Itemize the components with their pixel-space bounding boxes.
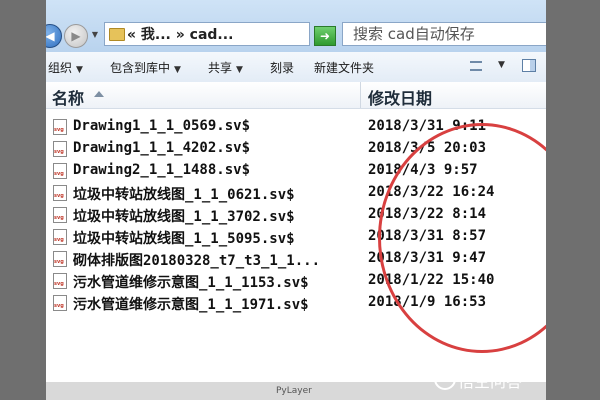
- chevron-down-icon: ▼: [236, 65, 243, 75]
- toolbar: 组织 ▼ 包含到库中 ▼ 共享 ▼ 刻录 新建文件夹 ▼: [46, 52, 546, 83]
- breadcrumb: « 我... » cad...: [127, 27, 234, 43]
- column-headers: 名称 修改日期: [46, 82, 546, 109]
- watermark-text: 悟空问答: [458, 372, 523, 391]
- chevron-down-icon: ▼: [174, 65, 181, 75]
- burn-button[interactable]: 刻录: [270, 59, 294, 76]
- svg-file-icon: [53, 251, 67, 267]
- svg-file-icon: [53, 119, 67, 135]
- file-name: Drawing1_1_1_4202.sv$: [73, 140, 251, 156]
- watermark-logo-icon: [434, 368, 456, 390]
- search-input[interactable]: 搜索 cad自动保存: [342, 22, 546, 46]
- chevron-down-icon: ▼: [76, 65, 83, 75]
- svg-file-icon: [53, 273, 67, 289]
- address-bar-region: ◀ ▶ ▼ « 我... » cad... ➜ 搜索 cad自动保存: [46, 0, 546, 52]
- svg-file-icon: [53, 229, 67, 245]
- explorer-window: ◀ ▶ ▼ « 我... » cad... ➜ 搜索 cad自动保存 组织 ▼ 包…: [46, 0, 546, 382]
- column-name-header[interactable]: 名称: [52, 85, 84, 109]
- share-menu[interactable]: 共享 ▼: [208, 59, 243, 76]
- file-name: 垃圾中转站放线图_1_1_5095.sv$: [73, 231, 295, 247]
- svg-file-icon: [53, 163, 67, 179]
- address-bar[interactable]: « 我... » cad...: [104, 22, 310, 46]
- file-name: 污水管道维修示意图_1_1_1971.sv$: [73, 297, 309, 313]
- organize-menu[interactable]: 组织 ▼: [48, 59, 83, 76]
- view-options-icon[interactable]: [470, 61, 482, 71]
- pylayer-label: PyLayer: [276, 386, 312, 396]
- svg-file-icon: [53, 141, 67, 157]
- back-button[interactable]: ◀: [46, 24, 62, 48]
- chevron-down-icon[interactable]: ▼: [498, 60, 505, 70]
- sort-ascending-icon: [94, 91, 104, 97]
- preview-pane-icon[interactable]: [522, 59, 536, 72]
- forward-button[interactable]: ▶: [64, 24, 88, 48]
- svg-file-icon: [53, 295, 67, 311]
- file-name: 污水管道维修示意图_1_1_1153.sv$: [73, 275, 309, 291]
- svg-file-icon: [53, 207, 67, 223]
- file-name: Drawing1_1_1_0569.sv$: [73, 118, 251, 134]
- file-name: 垃圾中转站放线图_1_1_0621.sv$: [73, 187, 295, 203]
- file-name: 垃圾中转站放线图_1_1_3702.sv$: [73, 209, 295, 225]
- svg-file-icon: [53, 185, 67, 201]
- new-folder-button[interactable]: 新建文件夹: [314, 59, 374, 76]
- chevron-down-icon[interactable]: ▼: [90, 28, 100, 42]
- include-in-library-menu[interactable]: 包含到库中 ▼: [110, 59, 181, 76]
- file-name: 砌体排版图20180328_t7_t3_1_1...: [73, 253, 321, 269]
- column-modified-header[interactable]: 修改日期: [368, 85, 432, 109]
- column-divider[interactable]: [360, 82, 361, 108]
- refresh-button[interactable]: ➜: [314, 26, 336, 46]
- file-name: Drawing2_1_1_1488.sv$: [73, 162, 251, 178]
- folder-icon: [109, 28, 125, 41]
